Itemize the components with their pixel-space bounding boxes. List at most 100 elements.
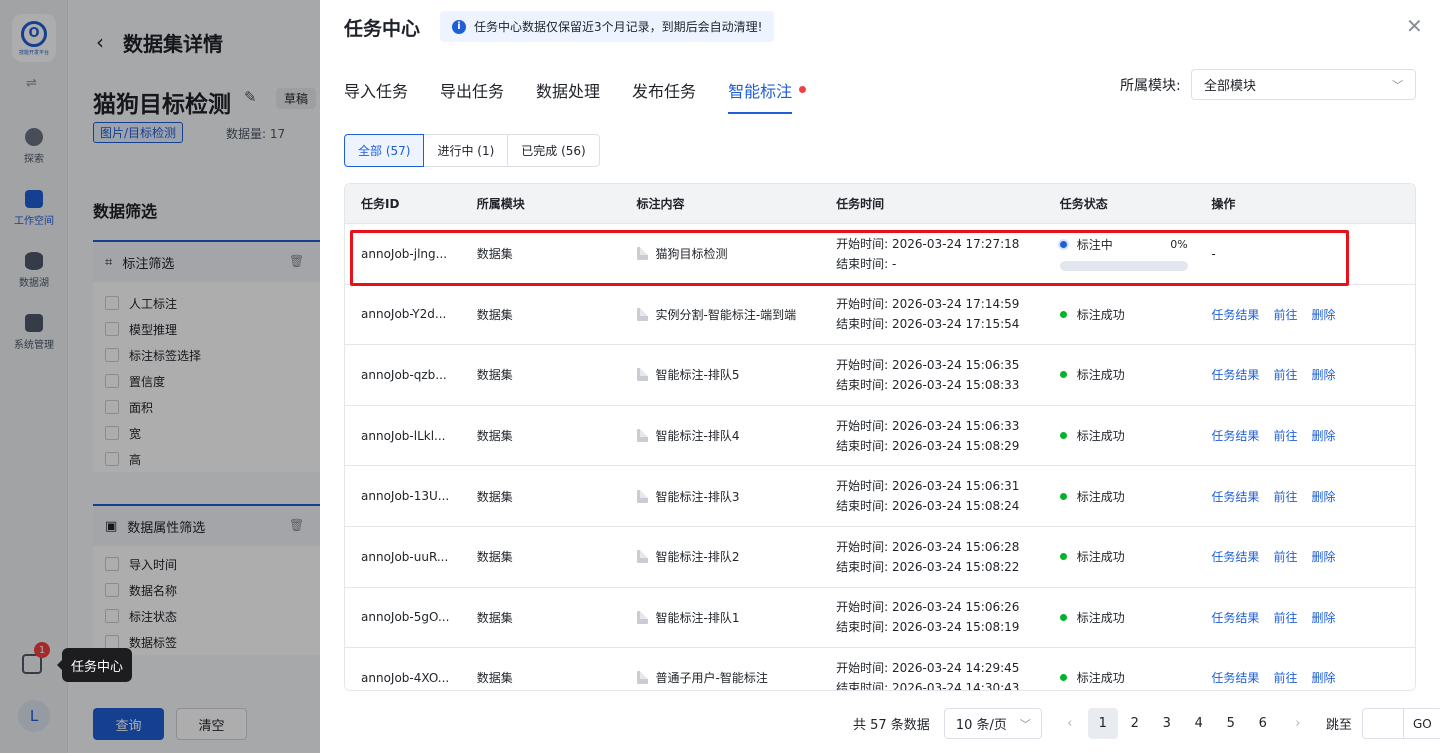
goto-link[interactable]: 前往	[1273, 306, 1297, 323]
header-ops: 操作	[1211, 197, 1236, 211]
page-6[interactable]: 6	[1248, 708, 1278, 739]
status-text: 标注成功	[1076, 368, 1125, 383]
file-icon	[636, 550, 648, 564]
filter-all[interactable]: 全部 (57)	[344, 134, 425, 167]
content-text: 智能标注-排队1	[655, 610, 740, 625]
task-time: 开始时间: 2026-03-24 15:06:26 结束时间: 2026-03-2…	[820, 597, 1044, 637]
table-row: annoJob-qzb... 数据集 智能标注-排队5 开始时间: 2026-0…	[345, 344, 1415, 405]
page-4[interactable]: 4	[1184, 708, 1214, 739]
task-time: 开始时间: 2026-03-24 15:06:31 结束时间: 2026-03-2…	[820, 476, 1044, 516]
tab-label: 智能标注	[728, 82, 793, 101]
page-3[interactable]: 3	[1152, 708, 1182, 739]
chevron-down-icon: ﹀	[1392, 79, 1403, 92]
status-dot-success	[1059, 492, 1067, 500]
task-content: 智能标注-排队3	[621, 488, 821, 505]
task-content: 智能标注-排队1	[621, 609, 821, 626]
task-result-link[interactable]: 任务结果	[1211, 488, 1259, 505]
delete-link[interactable]: 删除	[1311, 427, 1335, 444]
status-text: 标注成功	[1076, 671, 1125, 686]
delete-link[interactable]: 删除	[1311, 609, 1335, 626]
jump-page-input[interactable]	[1361, 708, 1404, 739]
filter-in-progress[interactable]: 进行中 (1)	[423, 134, 509, 167]
task-result-link[interactable]: 任务结果	[1211, 548, 1259, 565]
close-icon[interactable]: ✕	[1406, 16, 1423, 36]
delete-link[interactable]: 删除	[1311, 306, 1335, 323]
goto-link[interactable]: 前往	[1273, 488, 1297, 505]
delete-link[interactable]: 删除	[1311, 669, 1335, 686]
tab-smart-annotation[interactable]: 智能标注	[728, 78, 807, 114]
task-module: 数据集	[476, 429, 513, 444]
module-label: 所属模块:	[1120, 78, 1181, 94]
goto-link[interactable]: 前往	[1273, 609, 1297, 626]
task-center-drawer: 任务中心 i 任务中心数据仅保留近3个月记录，到期后会自动清理! ✕ 导入任务 …	[320, 0, 1440, 753]
end-time: 结束时间: 2026-03-24 15:08:24	[836, 499, 1020, 514]
chevron-down-icon: ﹀	[1019, 718, 1031, 731]
status-filter-group: 全部 (57) 进行中 (1) 已完成 (56)	[344, 134, 600, 167]
task-result-link[interactable]: 任务结果	[1211, 366, 1259, 383]
task-ops: 任务结果 前往 删除	[1195, 669, 1415, 686]
prev-page-icon[interactable]: ‹	[1056, 716, 1084, 731]
go-button[interactable]: GO	[1403, 708, 1440, 739]
task-result-link[interactable]: 任务结果	[1211, 427, 1259, 444]
page-size-select[interactable]: 10 条/页 ﹀	[943, 708, 1042, 739]
delete-link[interactable]: 删除	[1311, 488, 1335, 505]
task-ops: 任务结果 前往 删除	[1195, 306, 1415, 323]
task-content: 智能标注-排队2	[621, 548, 821, 565]
task-result-link[interactable]: 任务结果	[1211, 609, 1259, 626]
page-1[interactable]: 1	[1087, 708, 1118, 739]
total-count: 共 57 条数据	[853, 718, 930, 733]
end-time: 结束时间: -	[836, 256, 897, 271]
task-id: annoJob-jlng...	[361, 246, 448, 261]
overlay-mask[interactable]	[0, 0, 320, 753]
task-time: 开始时间: 2026-03-24 17:27:18 结束时间: -	[820, 234, 1044, 274]
task-module: 数据集	[476, 247, 513, 262]
task-ops: 任务结果 前往 删除	[1195, 366, 1415, 383]
task-time: 开始时间: 2026-03-24 15:06:33 结束时间: 2026-03-2…	[820, 416, 1044, 456]
end-time: 结束时间: 2026-03-24 17:15:54	[836, 317, 1020, 332]
header-task-id: 任务ID	[361, 197, 400, 211]
table-row: annoJob-4XO... 数据集 普通子用户-智能标注 开始时间: 2026…	[345, 647, 1415, 690]
module-select[interactable]: 全部模块 ﹀	[1191, 69, 1416, 100]
task-module: 数据集	[476, 368, 513, 383]
task-id: annoJob-Y2d...	[361, 307, 447, 322]
start-time: 开始时间: 2026-03-24 14:29:45	[836, 660, 1020, 675]
tab-data-processing[interactable]: 数据处理	[536, 78, 600, 114]
task-ops: 任务结果 前往 删除	[1195, 609, 1415, 626]
table-row: annoJob-uuR... 数据集 智能标注-排队2 开始时间: 2026-0…	[345, 525, 1415, 587]
task-result-link[interactable]: 任务结果	[1211, 669, 1259, 686]
status-dot-success	[1059, 371, 1067, 379]
task-result-link[interactable]: 任务结果	[1211, 306, 1259, 323]
file-icon	[636, 368, 648, 382]
content-text: 普通子用户-智能标注	[655, 671, 768, 686]
drawer-title: 任务中心	[344, 18, 421, 40]
task-table: 任务ID 所属模块 标注内容 任务时间 任务状态 操作 annoJob-jlng…	[344, 183, 1416, 691]
page-5[interactable]: 5	[1216, 708, 1246, 739]
goto-link[interactable]: 前往	[1273, 427, 1297, 444]
goto-link[interactable]: 前往	[1273, 548, 1297, 565]
tab-import[interactable]: 导入任务	[344, 78, 408, 114]
delete-link[interactable]: 删除	[1311, 366, 1335, 383]
content-text: 实例分割-智能标注-端到端	[655, 307, 797, 322]
delete-link[interactable]: 删除	[1311, 548, 1335, 565]
status-text: 标注成功	[1076, 550, 1125, 565]
tab-export[interactable]: 导出任务	[440, 78, 504, 114]
task-time: 开始时间: 2026-03-24 15:06:28 结束时间: 2026-03-2…	[820, 537, 1044, 577]
task-module: 数据集	[476, 489, 513, 504]
task-status: 标注成功	[1044, 548, 1196, 565]
content-text: 智能标注-排队2	[655, 550, 740, 565]
page-2[interactable]: 2	[1120, 708, 1150, 739]
status-dot-success	[1059, 310, 1067, 318]
next-page-icon[interactable]: ›	[1284, 716, 1312, 731]
goto-link[interactable]: 前往	[1273, 669, 1297, 686]
no-op: -	[1211, 246, 1216, 261]
start-time: 开始时间: 2026-03-24 15:06:28	[836, 539, 1020, 554]
task-id: annoJob-uuR...	[361, 549, 449, 564]
table-row: annoJob-Y2d... 数据集 实例分割-智能标注-端到端 开始时间: 2…	[345, 283, 1415, 345]
goto-link[interactable]: 前往	[1273, 366, 1297, 383]
start-time: 开始时间: 2026-03-24 15:06:35	[836, 357, 1020, 372]
task-content: 普通子用户-智能标注	[621, 669, 821, 686]
tab-publish[interactable]: 发布任务	[632, 78, 696, 114]
status-dot-success	[1059, 674, 1067, 682]
filter-completed[interactable]: 已完成 (56)	[507, 134, 600, 167]
start-time: 开始时间: 2026-03-24 15:06:26	[836, 600, 1020, 615]
